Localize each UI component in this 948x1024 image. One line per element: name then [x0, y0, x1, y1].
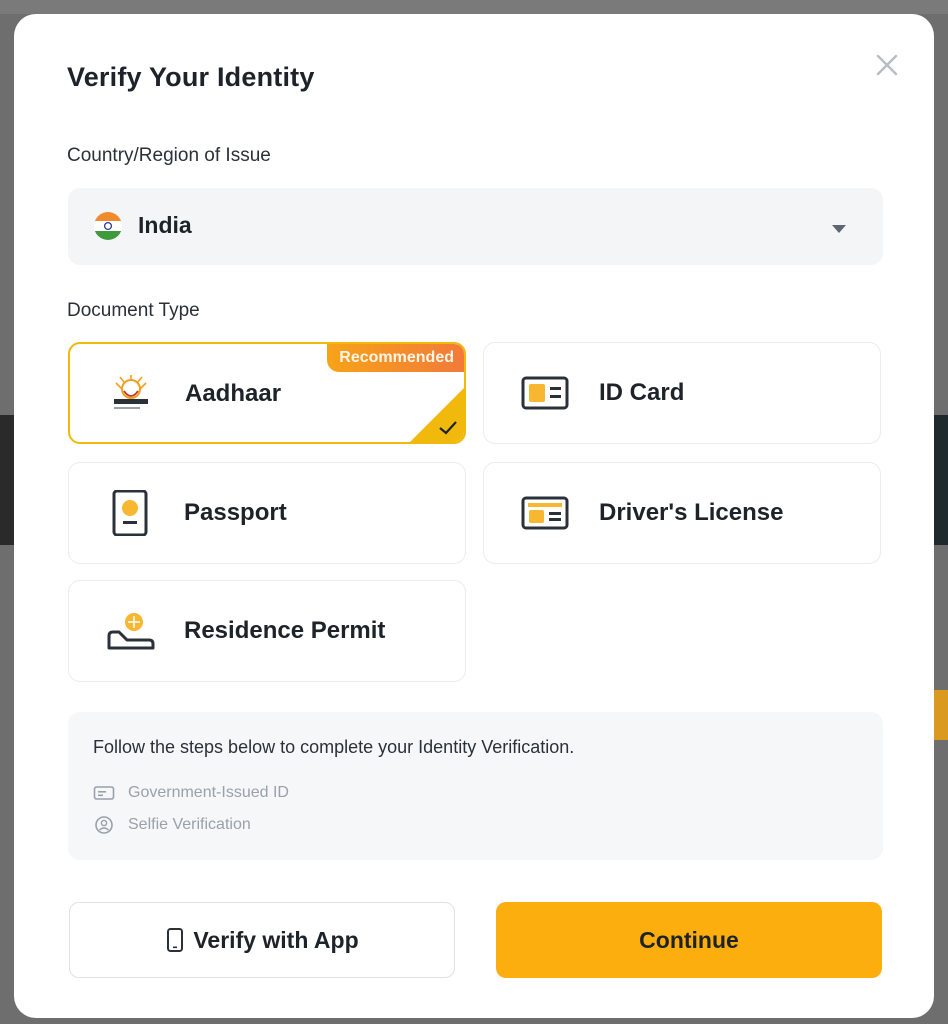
- check-icon: [438, 420, 458, 436]
- continue-button[interactable]: Continue: [496, 902, 882, 978]
- steps-intro: Follow the steps below to complete your …: [93, 737, 575, 757]
- country-value: India: [138, 212, 192, 238]
- residence-permit-icon: [105, 608, 155, 654]
- step-label: Selfie Verification: [128, 816, 251, 833]
- verify-identity-modal: Verify Your Identity Country/Region of I…: [14, 14, 934, 1018]
- step-government-id: Government-Issued ID: [93, 784, 289, 802]
- document-option-label: Passport: [184, 499, 287, 526]
- id-card-icon: [520, 370, 570, 416]
- verify-with-app-button[interactable]: Verify with App: [69, 902, 455, 978]
- step-label: Government-Issued ID: [128, 784, 289, 801]
- modal-title: Verify Your Identity: [67, 62, 315, 92]
- continue-label: Continue: [639, 926, 739, 953]
- close-icon[interactable]: [871, 49, 903, 81]
- recommended-badge: Recommended: [327, 344, 464, 372]
- background-right-strip: [932, 415, 948, 545]
- background-top: [0, 0, 948, 14]
- caret-down-icon: [831, 221, 847, 233]
- drivers-license-icon: [520, 490, 570, 536]
- id-card-small-icon: [93, 786, 115, 800]
- document-option-label: Driver's License: [599, 499, 784, 526]
- background-right-button: [932, 690, 948, 740]
- document-option-drivers-license[interactable]: Driver's License: [483, 462, 881, 564]
- document-option-residence-permit[interactable]: Residence Permit: [68, 580, 466, 682]
- country-select[interactable]: India: [68, 188, 883, 265]
- document-option-passport[interactable]: Passport: [68, 462, 466, 564]
- document-option-aadhaar[interactable]: Aadhaar Recommended: [68, 342, 466, 444]
- steps-panel: Follow the steps below to complete your …: [68, 712, 883, 860]
- country-label: Country/Region of Issue: [67, 145, 271, 166]
- document-option-label: Aadhaar: [185, 380, 282, 407]
- verify-with-app-label: Verify with App: [193, 926, 359, 953]
- step-selfie: Selfie Verification: [93, 815, 251, 835]
- passport-icon: [105, 489, 155, 537]
- face-icon: [95, 816, 113, 834]
- phone-icon: [167, 928, 184, 952]
- india-flag-icon: [92, 210, 124, 242]
- document-option-label: Residence Permit: [184, 617, 386, 644]
- document-option-label: ID Card: [599, 379, 685, 406]
- document-type-label: Document Type: [67, 300, 200, 321]
- aadhaar-icon: [106, 371, 156, 417]
- document-option-id-card[interactable]: ID Card: [483, 342, 881, 444]
